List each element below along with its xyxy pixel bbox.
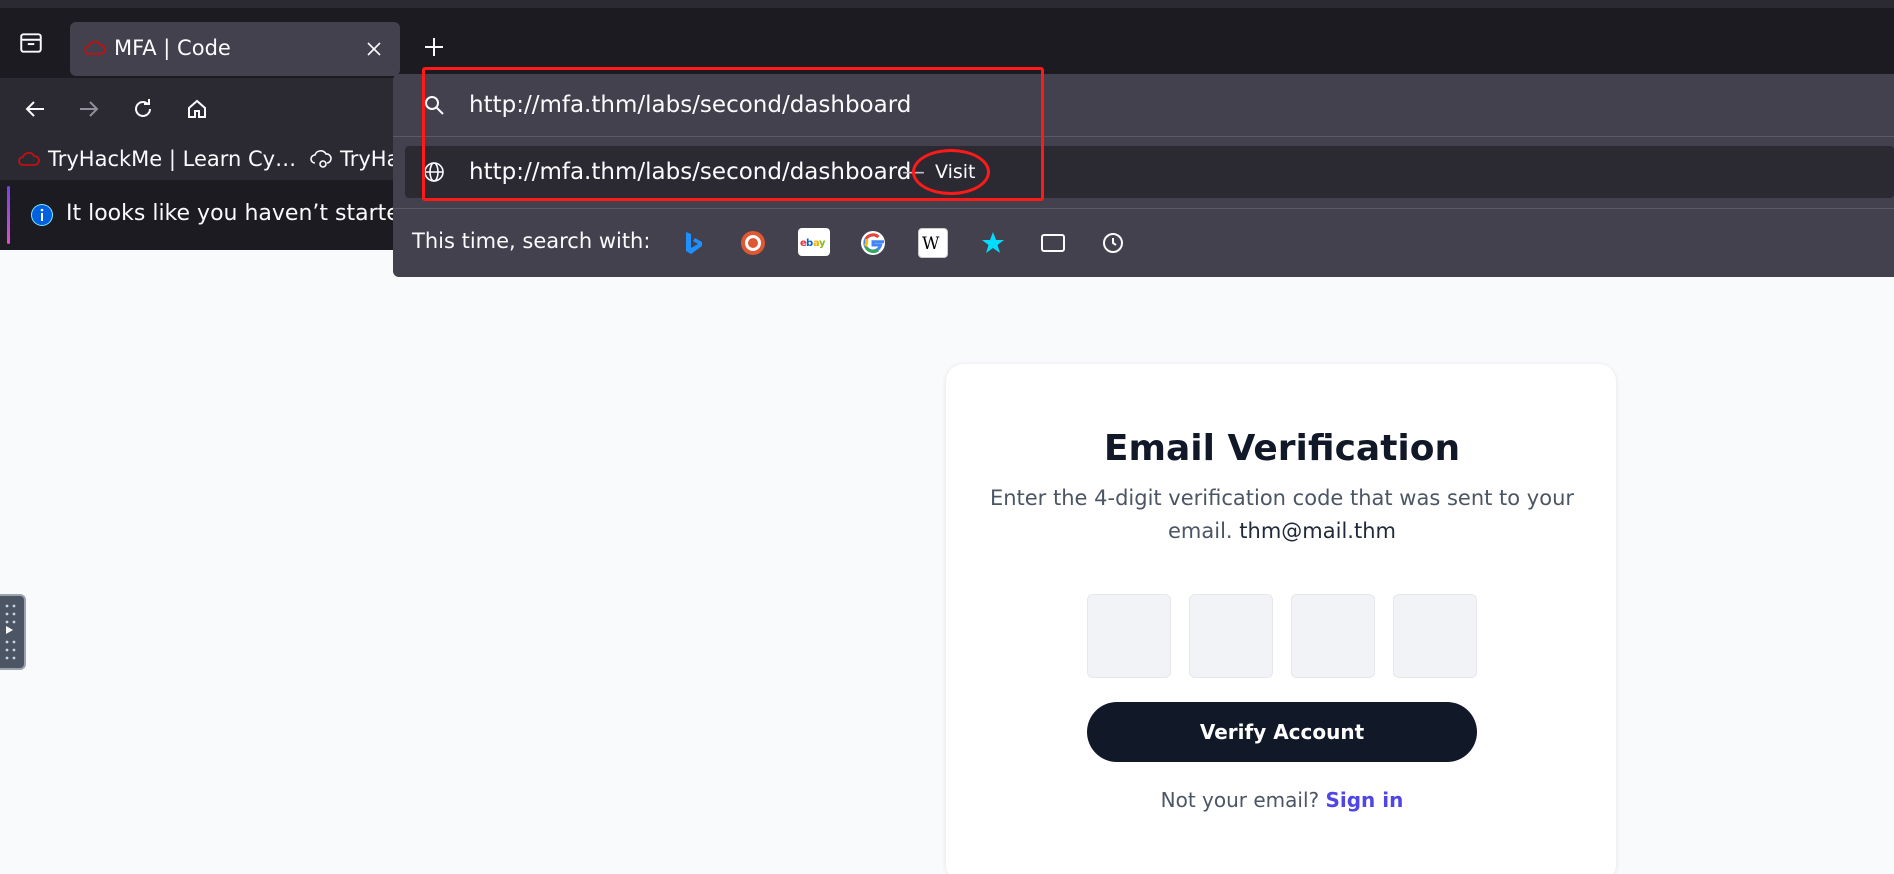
- bing-icon[interactable]: [678, 228, 708, 258]
- verification-card: Email Verification Enter the 4-digit ver…: [945, 363, 1617, 874]
- ebay-icon[interactable]: e b a y: [798, 228, 830, 256]
- reload-icon[interactable]: [128, 94, 158, 124]
- tryhackme-favicon-icon: [16, 147, 42, 171]
- back-icon[interactable]: [20, 94, 50, 124]
- signin-link[interactable]: Sign in: [1325, 788, 1403, 812]
- card-description: Enter the 4-digit verification code that…: [986, 482, 1578, 548]
- tab-mfa-code[interactable]: MFA | Code: [70, 22, 400, 76]
- signin-prompt: Not your email? Sign in: [946, 788, 1618, 812]
- new-tab-icon[interactable]: [419, 32, 449, 62]
- home-icon[interactable]: [182, 94, 212, 124]
- duckduckgo-icon[interactable]: [738, 228, 768, 258]
- code-digit-2[interactable]: [1189, 594, 1273, 678]
- notification-accent: [7, 186, 10, 244]
- divider: [393, 208, 1894, 209]
- window-top-strip: [0, 0, 1894, 8]
- forward-icon[interactable]: [74, 94, 104, 124]
- info-icon: [29, 202, 55, 228]
- bookmark-tryhackme-2[interactable]: TryHa: [340, 147, 399, 171]
- signin-prompt-text: Not your email?: [1160, 788, 1320, 812]
- tab-overview-icon[interactable]: [16, 28, 46, 58]
- svg-text:W: W: [922, 234, 940, 253]
- cloud-gear-icon: [308, 147, 334, 171]
- code-digit-1[interactable]: [1087, 594, 1171, 678]
- google-icon[interactable]: [858, 228, 888, 258]
- search-with-label: This time, search with:: [412, 229, 651, 253]
- tab-title: MFA | Code: [114, 36, 231, 60]
- history-icon[interactable]: [1098, 228, 1128, 258]
- bookmark-tryhackme[interactable]: TryHackMe | Learn Cy…: [48, 147, 296, 171]
- bookmarks-icon[interactable]: [978, 228, 1008, 258]
- verify-account-button[interactable]: Verify Account: [1087, 702, 1477, 762]
- email-address: thm@mail.thm: [1239, 519, 1396, 543]
- drag-handle-icon: [5, 604, 16, 660]
- close-tab-icon[interactable]: [362, 37, 386, 61]
- svg-text:y: y: [819, 238, 826, 249]
- code-digit-3[interactable]: [1291, 594, 1375, 678]
- notification-text: It looks like you haven’t started F: [66, 201, 434, 226]
- tryhackme-favicon-icon: [82, 35, 108, 61]
- annotation-ellipse: [912, 149, 990, 195]
- wikipedia-icon[interactable]: W: [918, 228, 948, 258]
- card-title: Email Verification: [1103, 428, 1461, 469]
- tabs-icon[interactable]: [1038, 228, 1068, 258]
- code-digit-4[interactable]: [1393, 594, 1477, 678]
- side-panel-handle[interactable]: [0, 594, 26, 670]
